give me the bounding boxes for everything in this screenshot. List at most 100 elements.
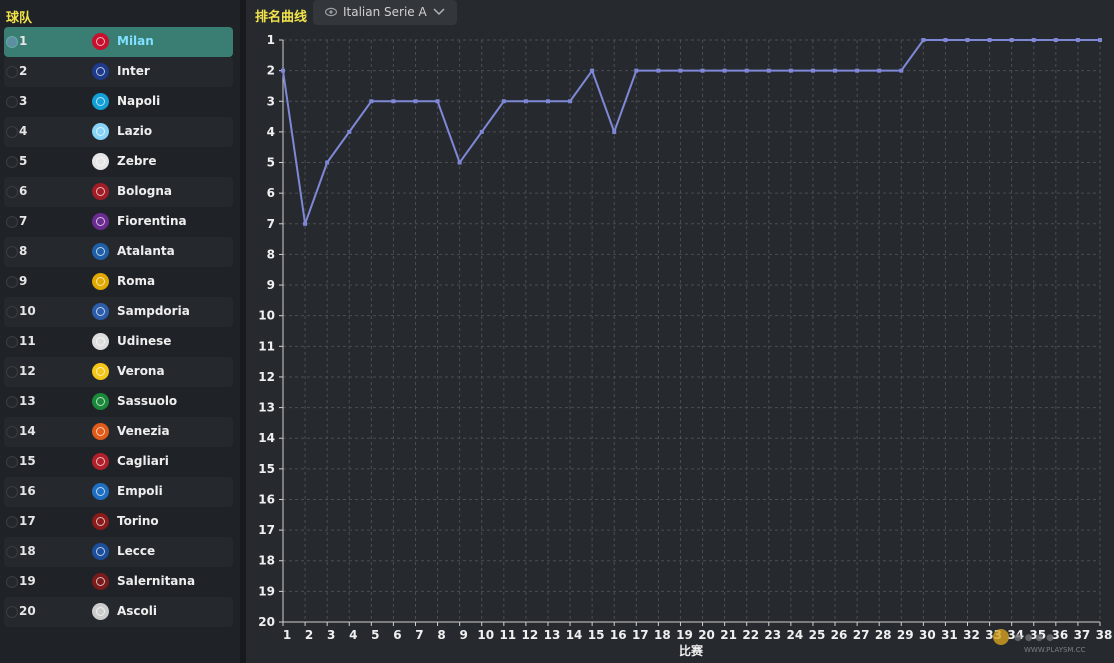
team-toggle[interactable]	[6, 276, 18, 288]
watermark-logo: ● ● ● ● WWW.PLAYSM.CC	[993, 629, 1086, 654]
team-name: Zebre	[117, 154, 157, 168]
y-tick-label: 12	[258, 370, 275, 384]
team-position: 14	[19, 424, 36, 438]
team-toggle[interactable]	[6, 36, 18, 48]
ranking-chart: 12345678910111213141516171819201 2 3 4 5 6 7 8 9…	[258, 33, 1112, 658]
team-row-zebre[interactable]: 5 Zebre	[4, 147, 233, 177]
team-row-lecce[interactable]: 18 Lecce	[4, 537, 233, 567]
y-tick-label: 14	[258, 431, 275, 445]
x-tick-label: 15	[588, 628, 605, 642]
x-tick-label: 11	[499, 628, 516, 642]
team-toggle[interactable]	[6, 546, 18, 558]
team-toggle[interactable]	[6, 126, 18, 138]
team-toggle[interactable]	[6, 246, 18, 258]
team-name: Napoli	[117, 94, 161, 108]
data-point	[899, 68, 904, 73]
team-toggle[interactable]	[6, 66, 18, 78]
y-tick-label: 19	[258, 584, 275, 598]
team-position: 7	[19, 214, 28, 228]
x-tick-label: 31	[941, 628, 958, 642]
y-tick-label: 10	[258, 309, 275, 323]
data-point	[788, 68, 793, 73]
data-point	[391, 99, 396, 104]
data-point	[325, 160, 330, 165]
team-row-atalanta[interactable]: 8 Atalanta	[4, 237, 233, 267]
team-toggle[interactable]	[6, 156, 18, 168]
y-tick-label: 4	[267, 125, 275, 139]
bologna-crest-icon	[92, 183, 109, 200]
team-row-ascoli[interactable]: 20 Ascoli	[4, 597, 233, 627]
team-toggle[interactable]	[6, 186, 18, 198]
team-row-sampdoria[interactable]: 10 Sampdoria	[4, 297, 233, 327]
svg-text:● ● ● ●: ● ● ● ●	[1014, 633, 1054, 643]
team-row-fiorentina[interactable]: 7 Fiorentina	[4, 207, 233, 237]
team-toggle[interactable]	[6, 96, 18, 108]
team-toggle[interactable]	[6, 486, 18, 498]
data-point	[1009, 38, 1014, 42]
x-tick-label: 4	[349, 628, 357, 642]
team-row-bologna[interactable]: 6 Bologna	[4, 177, 233, 207]
team-position: 5	[19, 154, 28, 168]
data-point	[678, 68, 683, 73]
team-row-roma[interactable]: 9 Roma	[4, 267, 233, 297]
team-sidebar: 球队 1 Milan 2 Inter 3 Napoli 4 Lazio 5 Zebre 6 Bolog…	[0, 0, 240, 663]
team-row-salernitana[interactable]: 19 Salernitana	[4, 567, 233, 597]
team-toggle[interactable]	[6, 366, 18, 378]
team-position: 19	[19, 574, 36, 588]
team-row-sassuolo[interactable]: 13 Sassuolo	[4, 387, 233, 417]
team-row-inter[interactable]: 2 Inter	[4, 57, 233, 87]
team-toggle[interactable]	[6, 396, 18, 408]
team-position: 10	[19, 304, 36, 318]
team-position: 12	[19, 364, 36, 378]
x-tick-label: 27	[853, 628, 870, 642]
data-point	[281, 68, 285, 73]
team-name: Inter	[117, 64, 150, 78]
y-tick-label: 9	[267, 278, 275, 292]
y-tick-label: 17	[258, 523, 275, 537]
zebre-crest-icon	[92, 153, 109, 170]
team-toggle[interactable]	[6, 576, 18, 588]
x-tick-label: 10	[477, 628, 494, 642]
y-tick-label: 5	[267, 156, 275, 170]
data-point	[833, 68, 838, 73]
x-tick-label: 16	[610, 628, 627, 642]
team-row-udinese[interactable]: 11 Udinese	[4, 327, 233, 357]
data-point	[1053, 38, 1058, 42]
team-toggle[interactable]	[6, 336, 18, 348]
x-tick-label: 7	[415, 628, 423, 642]
team-toggle[interactable]	[6, 456, 18, 468]
data-point	[766, 68, 771, 73]
team-row-torino[interactable]: 17 Torino	[4, 507, 233, 537]
team-row-lazio[interactable]: 4 Lazio	[4, 117, 233, 147]
team-list: 1 Milan 2 Inter 3 Napoli 4 Lazio 5 Zebre 6 Bologna 7…	[4, 27, 233, 627]
y-tick-label: 3	[267, 94, 275, 108]
verona-crest-icon	[92, 363, 109, 380]
team-toggle[interactable]	[6, 306, 18, 318]
team-toggle[interactable]	[6, 606, 18, 618]
team-toggle[interactable]	[6, 426, 18, 438]
data-point	[855, 68, 860, 73]
team-position: 6	[19, 184, 28, 198]
team-name: Fiorentina	[117, 214, 187, 228]
x-tick-label: 26	[831, 628, 848, 642]
y-tick-label: 13	[258, 401, 275, 415]
team-toggle[interactable]	[6, 216, 18, 228]
team-row-napoli[interactable]: 3 Napoli	[4, 87, 233, 117]
team-row-cagliari[interactable]: 15 Cagliari	[4, 447, 233, 477]
sidebar-title: 球队	[6, 11, 33, 26]
data-point	[479, 129, 484, 134]
cagliari-crest-icon	[92, 453, 109, 470]
napoli-crest-icon	[92, 93, 109, 110]
x-tick-label: 22	[742, 628, 759, 642]
data-point	[1098, 38, 1102, 42]
data-point	[545, 99, 550, 104]
team-row-venezia[interactable]: 14 Venezia	[4, 417, 233, 447]
y-tick-label: 7	[267, 217, 275, 231]
x-tick-label: 19	[676, 628, 693, 642]
team-row-milan[interactable]: 1 Milan	[4, 27, 233, 57]
team-toggle[interactable]	[6, 516, 18, 528]
data-point	[369, 99, 374, 104]
team-row-empoli[interactable]: 16 Empoli	[4, 477, 233, 507]
data-point	[656, 68, 661, 73]
team-row-verona[interactable]: 12 Verona	[4, 357, 233, 387]
